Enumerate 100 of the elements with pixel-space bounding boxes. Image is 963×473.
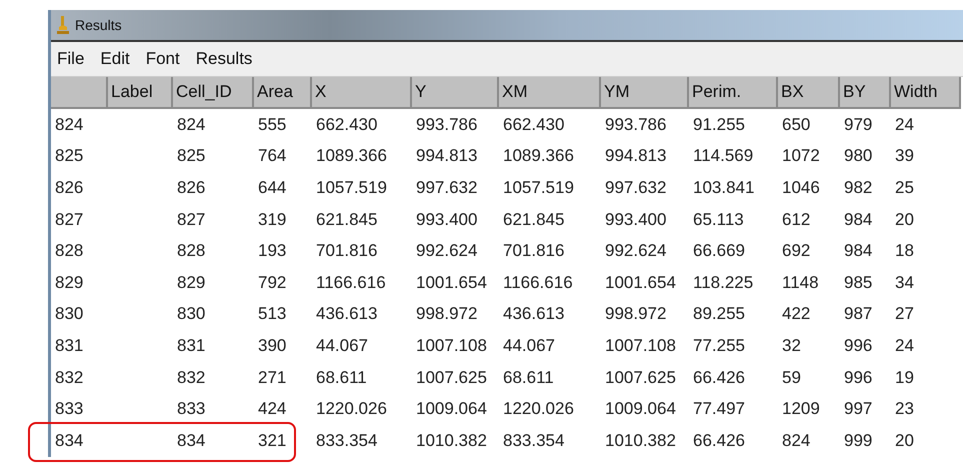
column-header[interactable] bbox=[51, 77, 108, 109]
table-cell-text: 27 bbox=[894, 304, 915, 324]
column-header[interactable]: Label bbox=[108, 77, 173, 109]
table-cell-text: 1057.519 bbox=[315, 178, 388, 198]
table-cell-text: 321 bbox=[257, 430, 288, 451]
table-cell-text: 44.067 bbox=[502, 336, 556, 356]
table-cell-text: 824 bbox=[176, 114, 206, 135]
table-cell-text: 114.569 bbox=[692, 146, 754, 166]
row-number: 834 bbox=[54, 430, 84, 451]
column-header[interactable]: BY bbox=[840, 77, 891, 109]
table-cell-text: 77.255 bbox=[692, 336, 746, 356]
table-cell-text: 979 bbox=[843, 114, 874, 135]
column-header[interactable]: Width bbox=[891, 77, 961, 109]
table-cell-text: 984 bbox=[843, 241, 874, 262]
table-cell-text: 118.225 bbox=[692, 272, 754, 293]
table-cell-text: 44.067 bbox=[315, 336, 369, 356]
table-cell-text: 1148 bbox=[781, 272, 820, 293]
table-cell-text: 1010.382 bbox=[415, 430, 488, 451]
table-cell-text: 834 bbox=[176, 430, 206, 451]
table-cell-text: 91.255 bbox=[692, 114, 746, 135]
column-header[interactable]: X bbox=[312, 77, 412, 109]
table-cell-text: 193 bbox=[257, 241, 288, 262]
table-cell-text: 25 bbox=[894, 178, 915, 198]
row-number: 830 bbox=[54, 304, 84, 324]
table-cell-text: 831 bbox=[176, 336, 206, 356]
table-cell-text: 271 bbox=[257, 368, 288, 388]
table-cell-text: 513 bbox=[257, 304, 288, 324]
table-cell-text: 319 bbox=[257, 210, 288, 230]
menu-item[interactable]: Font bbox=[144, 49, 182, 69]
table-cell-text: 77.497 bbox=[692, 399, 746, 420]
table-cell-text: 436.613 bbox=[315, 304, 378, 324]
table-cell-text: 993.400 bbox=[604, 210, 668, 230]
table-cell-text: 992.624 bbox=[415, 241, 478, 262]
table-cell-text: 997 bbox=[843, 399, 874, 420]
menu-item[interactable]: File bbox=[55, 49, 86, 69]
table-cell-text: 32 bbox=[781, 336, 802, 356]
row-number: 833 bbox=[54, 399, 84, 420]
table-cell-text: 982 bbox=[843, 178, 874, 198]
table-cell-text: 1072 bbox=[781, 146, 821, 166]
table-cell-text: 66.669 bbox=[692, 241, 746, 262]
table-cell-text: 792 bbox=[257, 272, 288, 293]
row-number: 832 bbox=[54, 368, 84, 388]
table-cell-text: 829 bbox=[176, 272, 206, 293]
row-number: 828 bbox=[54, 241, 84, 262]
table-cell-text: 980 bbox=[843, 146, 874, 166]
table-cell-text: 612 bbox=[781, 210, 812, 230]
table-cell-text: 833.354 bbox=[502, 430, 566, 451]
table-cell-text: 987 bbox=[843, 304, 874, 324]
table-cell-text: 828 bbox=[176, 241, 206, 262]
table-cell-text: 1057.519 bbox=[502, 178, 575, 198]
table-cell-text: 997.632 bbox=[604, 178, 668, 198]
table-cell-text: 1007.108 bbox=[415, 336, 488, 356]
table-cell-text: 1220.026 bbox=[502, 399, 575, 420]
table-cell-text: 621.845 bbox=[502, 210, 566, 230]
table-cell-text: 1166.616 bbox=[502, 272, 574, 293]
table-cell-text: 984 bbox=[843, 210, 874, 230]
table-cell-text: 18 bbox=[894, 241, 915, 262]
table-cell-text: 65.113 bbox=[692, 210, 745, 230]
table-cell-text: 1209 bbox=[781, 399, 821, 420]
column-header[interactable]: Area bbox=[254, 77, 312, 109]
table-cell-text: 68.611 bbox=[502, 368, 555, 388]
table-cell-text: 996 bbox=[843, 368, 874, 388]
table-cell-text: 993.786 bbox=[415, 114, 478, 135]
table-cell-text: 89.255 bbox=[692, 304, 746, 324]
table-cell-text: 34 bbox=[894, 272, 915, 293]
row-number: 825 bbox=[54, 146, 84, 166]
table-cell-text: 555 bbox=[257, 114, 288, 135]
table-cell-text: 824 bbox=[781, 430, 812, 451]
column-header[interactable]: Y bbox=[412, 77, 499, 109]
table-cell-text: 1046 bbox=[781, 178, 821, 198]
table-cell-text: 424 bbox=[257, 399, 288, 420]
table-cell-text: 993.786 bbox=[604, 114, 668, 135]
table-cell-text: 20 bbox=[894, 430, 915, 451]
table-cell-text: 20 bbox=[894, 210, 915, 230]
table-cell-text: 998.972 bbox=[604, 304, 668, 324]
table-cell-text: 1009.064 bbox=[415, 399, 488, 420]
column-header[interactable]: XM bbox=[499, 77, 601, 109]
table-cell-text: 833 bbox=[176, 399, 206, 420]
table-cell-text: 23 bbox=[894, 399, 915, 420]
table-cell-text: 985 bbox=[843, 272, 874, 293]
table-cell-text: 66.426 bbox=[692, 368, 746, 388]
menu-item[interactable]: Results bbox=[194, 49, 254, 69]
table-cell-text: 1001.654 bbox=[604, 272, 677, 293]
table-cell-text: 832 bbox=[176, 368, 206, 388]
column-header[interactable]: BX bbox=[778, 77, 840, 109]
table-cell-text: 1001.654 bbox=[415, 272, 488, 293]
table-cell-text: 662.430 bbox=[502, 114, 566, 135]
table-cell-text: 827 bbox=[176, 210, 206, 230]
table-cell-text: 992.624 bbox=[604, 241, 668, 262]
table-cell-text: 830 bbox=[176, 304, 206, 324]
menu-item[interactable]: Edit bbox=[98, 49, 132, 69]
column-header[interactable]: Perim. bbox=[689, 77, 778, 109]
column-header[interactable]: Cell_ID bbox=[173, 77, 254, 109]
table-cell-text: 422 bbox=[781, 304, 812, 324]
table-cell-text: 833.354 bbox=[315, 430, 378, 451]
table-cell-text: 701.816 bbox=[502, 241, 566, 262]
table-cell-text: 825 bbox=[176, 146, 206, 166]
row-number: 826 bbox=[54, 178, 84, 198]
table-cell-text: 390 bbox=[257, 336, 288, 356]
column-header[interactable]: YM bbox=[601, 77, 689, 109]
